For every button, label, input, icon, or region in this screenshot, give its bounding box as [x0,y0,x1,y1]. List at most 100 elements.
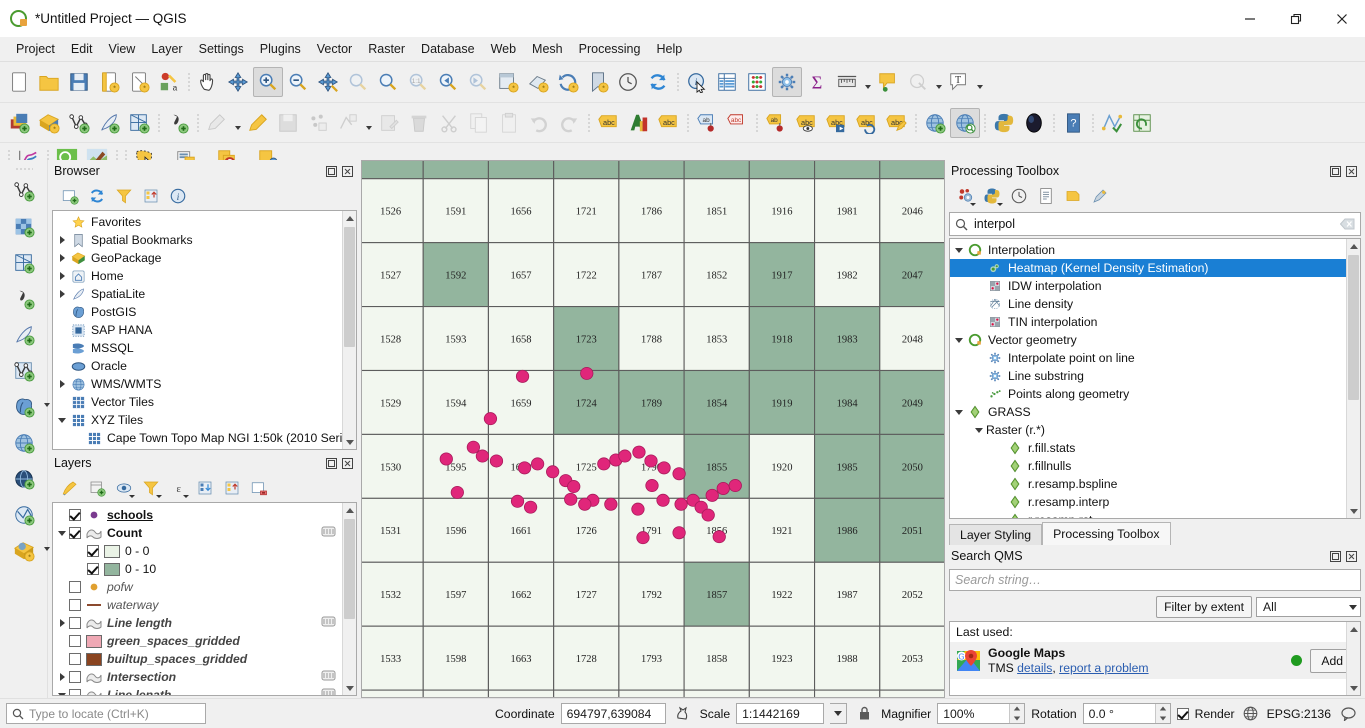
save-project-icon[interactable] [64,67,94,97]
add-xyz-layer-icon[interactable]: * [7,533,50,569]
save-project-as-icon[interactable]: * [94,67,124,97]
expand-arrow-icon[interactable] [55,375,69,393]
layer-visibility-checkbox[interactable] [69,671,81,683]
zoom-full-icon[interactable] [313,67,343,97]
refresh-icon[interactable] [85,184,109,208]
maximize-button[interactable] [1273,0,1319,37]
qms-report-problem-link[interactable]: report a problem [1059,661,1148,675]
field-calculator-icon[interactable]: Σ [802,67,832,97]
menu-view[interactable]: View [100,39,143,59]
collapse-all-icon[interactable] [139,184,163,208]
new-project-icon[interactable] [4,67,34,97]
chevron-down-icon[interactable] [156,495,162,498]
expand-arrow-icon[interactable] [55,668,69,686]
scripts-icon[interactable] [980,184,1004,208]
pan-map-icon[interactable] [193,67,223,97]
menu-database[interactable]: Database [413,39,483,59]
layers-scrollbar[interactable] [342,503,356,695]
refresh-view-icon[interactable]: * [553,67,583,97]
zoom-to-selection-icon[interactable] [343,67,373,97]
filter-browser-icon[interactable] [112,184,136,208]
map-tips-icon[interactable] [873,67,903,97]
python-console-icon[interactable] [989,108,1019,138]
collapse-all-icon[interactable] [220,476,244,500]
layer-visibility-checkbox[interactable] [69,599,81,611]
undo-icon[interactable] [524,108,554,138]
layers-close-button[interactable] [341,457,354,470]
layer-item-line-lenath[interactable]: Line lenath [53,686,342,695]
processing-item-tin-interpolation[interactable]: TIN interpolation [950,313,1346,331]
processing-tree[interactable]: Interpolation Heatmap (Kernel Density Est… [949,238,1361,519]
layer-labeling-options-icon[interactable] [623,108,653,138]
pin-labels-icon[interactable]: abc [722,108,752,138]
add-wfs-layer-icon[interactable] [7,461,41,497]
scale-combo-arrow[interactable] [830,703,848,724]
expand-arrow-icon[interactable] [55,285,69,303]
menu-project[interactable]: Project [8,39,63,59]
chevron-down-icon[interactable] [970,203,976,206]
vertex-tool-icon[interactable] [333,108,363,138]
layer-item-count[interactable]: Count [53,524,342,542]
browser-item-favorites[interactable]: Favorites [53,213,342,231]
qms-search-box[interactable] [949,569,1361,591]
processing-item-line-substring[interactable]: Line substring [950,367,1346,385]
statistical-summary-icon[interactable] [742,67,772,97]
locator-bar[interactable] [6,703,206,724]
layer-visibility-checkbox[interactable] [69,617,81,629]
browser-item-vector-tiles[interactable]: Vector Tiles [53,393,342,411]
processing-search-input[interactable] [974,217,1340,231]
add-raster-layer-icon[interactable] [7,209,41,245]
modify-attributes-icon[interactable] [374,108,404,138]
rotation-spinbox[interactable]: 0.0 ° [1082,703,1171,724]
toggle-extents-icon[interactable] [672,706,694,721]
menu-plugins[interactable]: Plugins [252,39,309,59]
rotation-increase-button[interactable] [1155,704,1170,714]
open-layer-styling-panel-icon[interactable] [58,476,82,500]
chevron-down-icon[interactable] [933,67,944,97]
processing-item-interpolate-point-on-line[interactable]: Interpolate point on line [950,349,1346,367]
add-feature-icon[interactable] [303,108,333,138]
redo-icon[interactable] [554,108,584,138]
chevron-down-icon[interactable] [43,403,50,407]
browser-item-xyz-tiles[interactable]: XYZ Tiles [53,411,342,429]
layer-visibility-checkbox[interactable] [87,545,99,557]
browser-item-wms-wmts[interactable]: WMS/WMTS [53,375,342,393]
browser-close-button[interactable] [341,165,354,178]
zoom-last-icon[interactable] [433,67,463,97]
scroll-down-icon[interactable] [343,681,356,695]
georeferencer-icon[interactable] [1097,108,1127,138]
zoom-to-layer-icon[interactable] [373,67,403,97]
layers-float-button[interactable] [325,457,338,470]
browser-scrollbar[interactable] [342,211,356,449]
layers-tree[interactable]: schools Count 0 - 0 0 - 10 pofw waterway Line … [52,502,357,696]
scale-field[interactable]: 1:1442169 [736,703,825,724]
temporal-controller-icon[interactable] [613,67,643,97]
processing-item-heatmap-kernel-density-estimation[interactable]: Heatmap (Kernel Density Estimation) [950,259,1346,277]
scroll-up-icon[interactable] [343,503,356,517]
locator-input[interactable] [29,706,200,721]
browser-item-postgis[interactable]: PostGIS [53,303,342,321]
text-annotation-icon[interactable]: T [944,67,974,97]
layer-visibility-checkbox[interactable] [69,635,81,647]
processing-float-button[interactable] [1329,165,1342,178]
scroll-up-icon[interactable] [343,211,356,225]
processing-item-r-resamp-rst[interactable]: r.resamp.rst [950,511,1346,518]
processing-scrollbar[interactable] [1346,239,1360,518]
menu-raster[interactable]: Raster [360,39,413,59]
save-layer-edits-icon[interactable] [273,108,303,138]
qms-details-link[interactable]: details [1017,661,1052,675]
models-icon[interactable] [953,184,977,208]
browser-item-spatialite[interactable]: SpatiaLite [53,285,342,303]
add-spatialite-layer-icon[interactable] [7,317,41,353]
processing-close-button[interactable] [1345,165,1358,178]
label-toolbar-icon[interactable]: abc [593,108,623,138]
crs-globe-icon[interactable] [1241,706,1261,721]
menu-web[interactable]: Web [483,39,524,59]
change-label-icon[interactable]: abc [851,108,881,138]
processing-item-interpolation[interactable]: Interpolation [950,241,1346,259]
magnifier-decrease-button[interactable] [1010,713,1025,723]
magnifier-increase-button[interactable] [1010,704,1025,714]
menu-help[interactable]: Help [648,39,690,59]
browser-item-spatial-bookmarks[interactable]: Spatial Bookmarks [53,231,342,249]
add-group-icon[interactable] [85,476,109,500]
